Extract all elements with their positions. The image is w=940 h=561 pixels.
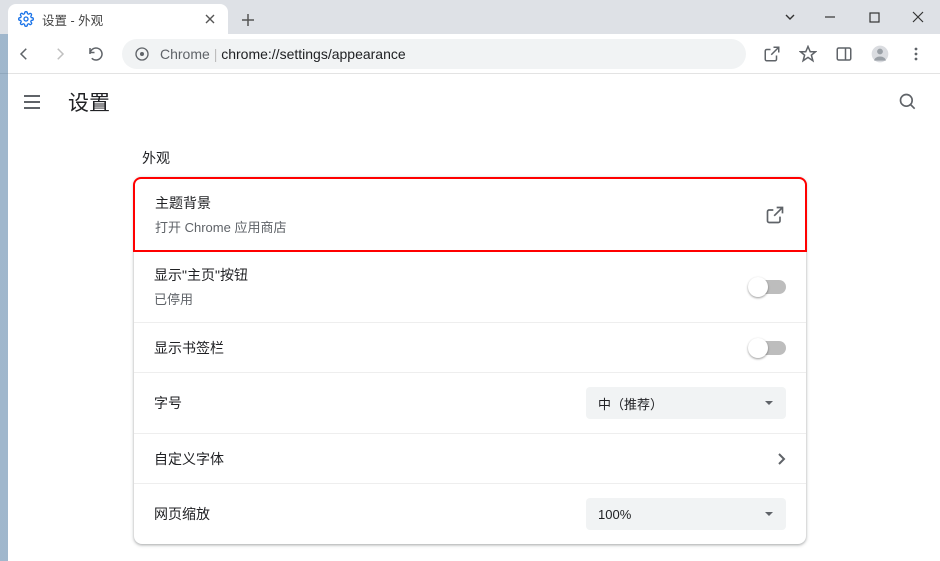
tab-title: 设置 - 外观 <box>42 10 103 29</box>
page-zoom-select[interactable]: 100% <box>586 498 786 530</box>
page-zoom-row: 网页缩放 100% <box>134 484 806 544</box>
minimize-button[interactable] <box>808 2 852 32</box>
forward-button[interactable] <box>44 38 76 70</box>
row-label: 显示书签栏 <box>154 338 224 358</box>
font-size-row: 字号 中（推荐） <box>134 373 806 434</box>
row-label: 网页缩放 <box>154 504 210 524</box>
toolbar: Chrome | chrome://settings/appearance <box>0 34 940 74</box>
home-button-toggle[interactable] <box>750 280 786 294</box>
gear-icon <box>18 11 34 27</box>
settings-header: 设置 <box>0 74 940 130</box>
home-button-row: 显示"主页"按钮 已停用 <box>134 251 806 323</box>
section-title: 外观 <box>142 148 806 168</box>
bookmark-button[interactable] <box>792 38 824 70</box>
row-label: 显示"主页"按钮 <box>154 265 248 285</box>
site-info-icon[interactable] <box>134 46 150 62</box>
profile-button[interactable] <box>864 38 896 70</box>
omnibox[interactable]: Chrome | chrome://settings/appearance <box>122 39 746 69</box>
page-title: 设置 <box>68 87 110 117</box>
close-tab-button[interactable] <box>202 11 218 27</box>
external-link-icon[interactable] <box>765 205 785 225</box>
back-button[interactable] <box>8 38 40 70</box>
bookmarks-bar-row: 显示书签栏 <box>134 323 806 373</box>
select-value: 中（推荐） <box>598 394 663 413</box>
custom-fonts-row[interactable]: 自定义字体 <box>134 434 806 484</box>
chevron-down-icon <box>764 398 774 408</box>
omnibox-text: Chrome | chrome://settings/appearance <box>160 46 406 62</box>
menu-icon[interactable] <box>16 86 48 118</box>
row-label: 主题背景 <box>155 193 286 213</box>
titlebar: 设置 - 外观 <box>0 0 940 34</box>
theme-row[interactable]: 主题背景 打开 Chrome 应用商店 <box>133 177 807 252</box>
settings-card: 主题背景 打开 Chrome 应用商店 显示"主页"按钮 已停用 显示书签栏 <box>134 177 806 544</box>
reload-button[interactable] <box>80 38 112 70</box>
chevron-right-icon <box>776 452 786 466</box>
search-button[interactable] <box>892 86 924 118</box>
row-label: 自定义字体 <box>154 449 224 469</box>
row-sublabel: 打开 Chrome 应用商店 <box>155 217 286 236</box>
new-tab-button[interactable] <box>234 6 262 34</box>
row-sublabel: 已停用 <box>154 289 248 308</box>
share-button[interactable] <box>756 38 788 70</box>
browser-tab[interactable]: 设置 - 外观 <box>8 4 228 34</box>
row-label: 字号 <box>154 393 182 413</box>
side-panel-button[interactable] <box>828 38 860 70</box>
tab-search-button[interactable] <box>772 2 808 32</box>
menu-button[interactable] <box>900 38 932 70</box>
chevron-down-icon <box>764 509 774 519</box>
font-size-select[interactable]: 中（推荐） <box>586 387 786 419</box>
bookmarks-bar-toggle[interactable] <box>750 341 786 355</box>
close-window-button[interactable] <box>896 2 940 32</box>
maximize-button[interactable] <box>852 2 896 32</box>
select-value: 100% <box>598 507 631 522</box>
